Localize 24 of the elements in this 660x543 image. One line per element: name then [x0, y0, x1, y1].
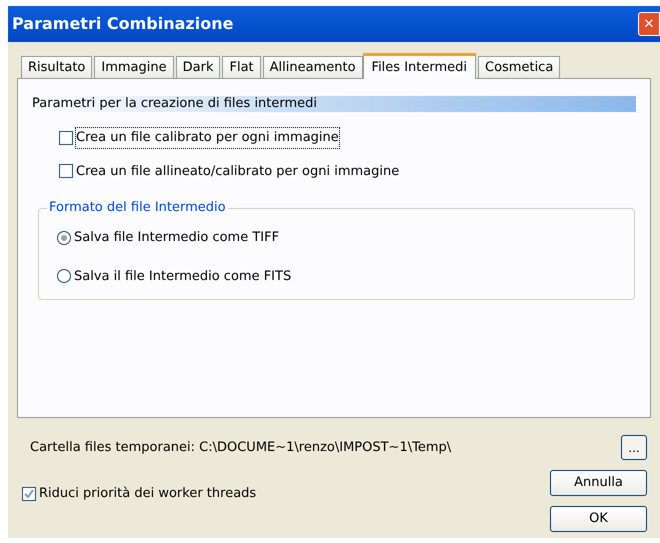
- tab[interactable]: Immagine: [94, 56, 174, 78]
- checkbox-label[interactable]: Crea un file allineato/calibrato per ogni immagine: [76, 162, 400, 181]
- temp-folder-label: Cartella files temporanei: C:\DOCUME~1\renzo\IMPOST~1\Temp\: [30, 438, 452, 457]
- radio-button[interactable]: [57, 269, 71, 284]
- tab[interactable]: Flat: [222, 56, 261, 78]
- checkbox[interactable]: [59, 130, 73, 145]
- radio-button[interactable]: [57, 230, 71, 245]
- tab[interactable]: Allineamento: [262, 56, 363, 78]
- radio-label[interactable]: Salva il file Intermedio come FITS: [74, 266, 292, 286]
- browse-button[interactable]: ...: [621, 435, 647, 460]
- tab[interactable]: Dark: [176, 56, 220, 78]
- tab[interactable]: Files Intermedi: [362, 53, 476, 79]
- close-button[interactable]: ✕: [638, 12, 660, 36]
- checkbox[interactable]: [22, 486, 36, 501]
- checkbox-label[interactable]: Riduci priorità dei worker threads: [39, 484, 256, 504]
- dialog-button[interactable]: Annulla: [550, 470, 647, 496]
- checkbox[interactable]: [59, 164, 73, 178]
- radio-label[interactable]: Salva file Intermedio come TIFF: [74, 228, 280, 248]
- window-title: Parametri Combinazione: [12, 13, 234, 35]
- tab[interactable]: Cosmetica: [478, 56, 560, 78]
- check-icon: [24, 488, 34, 499]
- checkbox-label[interactable]: Crea un file calibrato per ogni immagine: [76, 128, 339, 148]
- dialog-button[interactable]: OK: [550, 506, 647, 532]
- tab[interactable]: Risultato: [21, 56, 92, 78]
